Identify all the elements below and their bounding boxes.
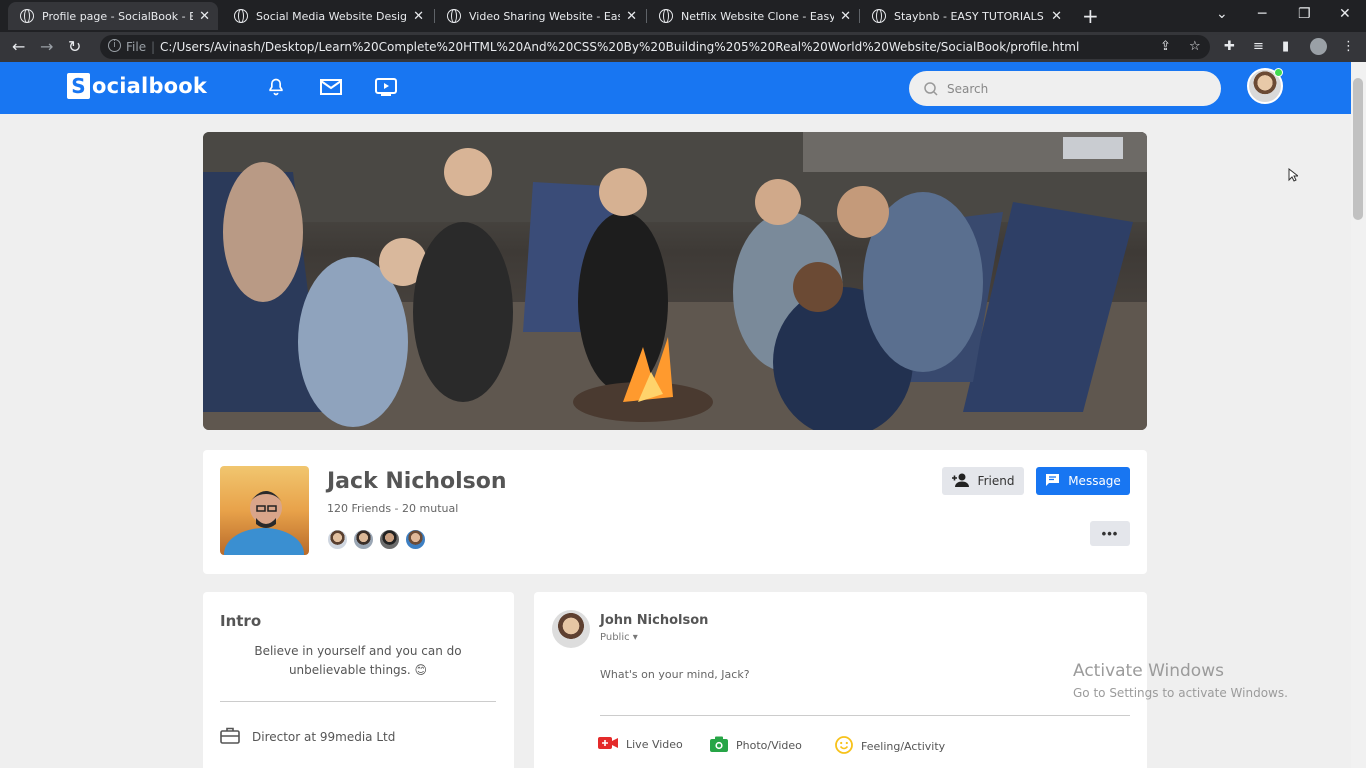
friend-avatar[interactable] (404, 528, 427, 551)
friend-button-label: Friend (977, 474, 1015, 488)
video-icon[interactable] (373, 75, 399, 99)
profile-details-card: Jack Nicholson 120 Friends - 20 mutual F… (203, 450, 1147, 574)
caret-down-icon: ▾ (632, 632, 638, 643)
logo-letter: S (67, 73, 90, 99)
photo-video-label: Photo/Video (736, 739, 802, 752)
address-bar[interactable]: i File | C:/Users/Avinash/Desktop/Learn%… (100, 35, 1210, 59)
close-tab-icon[interactable]: ✕ (840, 9, 851, 24)
mail-icon[interactable] (318, 75, 344, 99)
forward-icon[interactable]: → (40, 37, 53, 56)
site-navbar: S ocialbook (0, 62, 1351, 114)
new-tab-icon[interactable]: + (1082, 4, 1099, 28)
browser-menu-icon[interactable]: ⋮ (1342, 39, 1355, 54)
mouse-cursor-icon (1288, 167, 1300, 186)
extensions-icon[interactable]: ✚ (1224, 39, 1235, 54)
intro-divider (220, 701, 496, 702)
window-close-icon[interactable]: ✕ (1339, 6, 1351, 22)
socialbook-logo[interactable]: S ocialbook (67, 72, 207, 100)
live-video-action[interactable]: Live Video (598, 736, 683, 753)
close-tab-icon[interactable]: ✕ (413, 9, 424, 24)
search-input[interactable] (947, 71, 1207, 106)
privacy-label: Public (600, 632, 630, 643)
globe-icon (20, 9, 34, 23)
camera-icon (710, 736, 728, 755)
live-video-icon (598, 736, 618, 753)
photo-video-action[interactable]: Photo/Video (710, 736, 802, 755)
profile-picture[interactable] (220, 466, 309, 555)
tab-title: Video Sharing Website - Easy Tu (469, 9, 620, 23)
privacy-selector[interactable]: Public ▾ (600, 632, 638, 643)
online-status-dot (1274, 68, 1283, 77)
friend-avatar[interactable] (352, 528, 375, 551)
scrollbar-thumb[interactable] (1353, 78, 1363, 220)
media-control-icon[interactable]: ≡ (1253, 39, 1264, 54)
globe-icon (659, 9, 673, 23)
globe-icon (234, 9, 248, 23)
scheme-separator: | (151, 40, 156, 54)
search-icon (923, 81, 939, 101)
tab-staybnb[interactable]: Staybnb - EASY TUTORIALS ✕ (860, 2, 1070, 30)
browser-toolbar: ← → ↻ i File | C:/Users/Avinash/Desktop/… (0, 32, 1366, 62)
intro-job-item: Director at 99media Ltd (220, 726, 395, 747)
profile-name: Jack Nicholson (327, 469, 507, 494)
more-options-button[interactable]: ••• (1090, 521, 1130, 546)
side-panel-icon[interactable]: ▮ (1282, 39, 1289, 54)
close-tab-icon[interactable]: ✕ (1051, 9, 1062, 24)
feeling-activity-label: Feeling/Activity (861, 740, 946, 753)
add-person-icon (951, 473, 970, 490)
tab-title: Netflix Website Clone - Easy Tuto (681, 9, 835, 23)
activation-watermark-title: Activate Windows (1073, 661, 1224, 681)
logo-text: ocialbook (92, 74, 208, 98)
write-post-card: John Nicholson Public ▾ Live Video Photo… (534, 592, 1147, 768)
intro-title: Intro (220, 612, 262, 630)
post-input[interactable] (600, 666, 1130, 716)
tab-social-media[interactable]: Social Media Website Design - E ✕ (222, 2, 432, 30)
tab-title: Staybnb - EASY TUTORIALS (894, 9, 1044, 23)
search-box (909, 71, 1221, 106)
cover-photo (203, 132, 1147, 430)
tab-search-icon[interactable]: ⌄ (1216, 6, 1228, 22)
browser-tab-bar: Profile page - SocialBook - Easy ✕ Socia… (0, 0, 1366, 32)
intro-card: Intro Believe in yourself and you can do… (203, 592, 514, 768)
message-button-label: Message (1068, 474, 1121, 488)
browser-profile-icon[interactable] (1310, 38, 1327, 55)
bell-icon[interactable] (263, 75, 289, 99)
feeling-activity-action[interactable]: Feeling/Activity (835, 736, 945, 757)
briefcase-icon (220, 726, 240, 747)
close-tab-icon[interactable]: ✕ (199, 9, 210, 24)
close-tab-icon[interactable]: ✕ (626, 9, 637, 24)
info-icon[interactable]: i (108, 39, 121, 52)
reload-icon[interactable]: ↻ (68, 37, 81, 56)
intro-bio: Believe in yourself and you can do unbel… (254, 644, 462, 677)
globe-icon (447, 9, 461, 23)
url-text[interactable]: C:/Users/Avinash/Desktop/Learn%20Complet… (160, 40, 1079, 54)
intro-job-text: Director at 99media Ltd (252, 729, 396, 744)
back-icon[interactable]: ← (12, 37, 25, 56)
author-avatar[interactable] (552, 610, 590, 648)
minimize-icon[interactable]: ─ (1258, 6, 1266, 22)
live-video-label: Live Video (626, 738, 683, 751)
tab-profile-page[interactable]: Profile page - SocialBook - Easy ✕ (8, 2, 218, 30)
message-button[interactable]: Message (1036, 467, 1130, 495)
add-friend-button[interactable]: Friend (942, 467, 1024, 495)
bookmark-star-icon[interactable]: ☆ (1189, 39, 1201, 54)
tab-netflix-clone[interactable]: Netflix Website Clone - Easy Tuto ✕ (647, 2, 859, 30)
tab-title: Profile page - SocialBook - Easy (42, 9, 194, 23)
activation-watermark-subtitle: Go to Settings to activate Windows. (1073, 686, 1288, 700)
scheme-label: File (126, 40, 147, 54)
share-icon[interactable]: ⇪ (1160, 39, 1171, 54)
restore-icon[interactable]: ❐ (1298, 6, 1311, 22)
friend-avatar[interactable] (326, 528, 349, 551)
tab-title: Social Media Website Design - E (256, 9, 407, 23)
friend-avatar[interactable] (378, 528, 401, 551)
friends-count: 120 Friends - 20 mutual (327, 502, 459, 515)
author-name: John Nicholson (600, 613, 709, 628)
smiley-icon (835, 736, 853, 757)
message-icon (1045, 473, 1060, 490)
globe-icon (872, 9, 886, 23)
tab-video-sharing[interactable]: Video Sharing Website - Easy Tu ✕ (435, 2, 645, 30)
